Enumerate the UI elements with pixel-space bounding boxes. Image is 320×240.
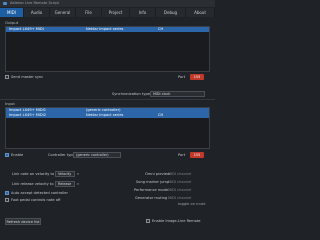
input-device-list[interactable]: Impact LX49+ MIDI1 (generic controller) … bbox=[5, 107, 210, 149]
link-release-select[interactable]: Release bbox=[55, 181, 75, 187]
image-line-remote-checkbox[interactable] bbox=[146, 219, 150, 223]
image-line-remote-label: Enable Image-Line Remote bbox=[152, 219, 201, 223]
output-port-value[interactable]: 155 bbox=[190, 74, 204, 80]
controller-type-label: Controller type bbox=[48, 153, 75, 157]
tab-info[interactable]: Info bbox=[130, 8, 156, 17]
input-port-value[interactable]: 155 bbox=[190, 152, 204, 158]
input-row-2[interactable]: Impact LX49+ MIDI2 Nektar Impact series … bbox=[6, 113, 209, 118]
link-release-stepper-icon[interactable]: ▾ bbox=[76, 181, 80, 187]
tab-bar: MIDI Audio General File Project Info Deb… bbox=[0, 8, 215, 17]
controller-type-select[interactable]: (generic controller) bbox=[73, 152, 121, 158]
sync-type-select[interactable]: MIDI clock bbox=[150, 91, 205, 97]
tab-project[interactable]: Project bbox=[102, 8, 130, 17]
enable-label: Enable bbox=[11, 153, 24, 157]
send-master-sync-checkbox[interactable] bbox=[5, 75, 9, 79]
input-device-2: Nektar Impact series bbox=[86, 113, 124, 117]
song-marker-label: Song marker jump bbox=[136, 180, 170, 184]
auto-accept-label: Auto accept detected controller bbox=[11, 191, 68, 195]
link-release-label: Link release velocity to bbox=[12, 182, 54, 186]
input-port-2: Impact LX49+ MIDI2 bbox=[9, 113, 47, 117]
omni-preview-value[interactable]: MIDI channel bbox=[168, 172, 191, 176]
link-note-stepper-icon[interactable]: ▾ bbox=[76, 171, 80, 177]
title-bar: Ableton Live Remote Script bbox=[0, 0, 215, 7]
tab-debug[interactable]: Debug bbox=[156, 8, 186, 17]
sync-type-label: Synchronization type bbox=[112, 92, 150, 96]
foot-pedal-checkbox[interactable] bbox=[5, 198, 9, 202]
output-port-label: Port bbox=[178, 75, 186, 79]
generator-muting-value[interactable]: MIDI channel bbox=[168, 196, 191, 200]
toggle-on-mute-label: toggle on mute bbox=[178, 202, 206, 206]
input-channel-2: CH bbox=[158, 113, 164, 117]
tab-audio[interactable]: Audio bbox=[24, 8, 50, 17]
window-title: Ableton Live Remote Script bbox=[10, 1, 59, 5]
input-port-label: Port bbox=[178, 153, 186, 157]
performance-mode-value[interactable]: MIDI channel bbox=[168, 188, 191, 192]
generator-muting-label: Generator muting bbox=[135, 196, 168, 200]
tab-about[interactable]: About bbox=[186, 8, 215, 17]
tab-general[interactable]: General bbox=[50, 8, 76, 17]
song-marker-value[interactable]: MIDI channel bbox=[168, 180, 191, 184]
omni-preview-label: Omni preview bbox=[145, 172, 170, 176]
foot-pedal-label: Foot pedal controls note off bbox=[11, 198, 61, 202]
section-divider bbox=[0, 99, 215, 100]
link-note-label: Link note on velocity to bbox=[12, 172, 55, 176]
link-note-select[interactable]: Velocity bbox=[55, 171, 75, 177]
performance-mode-label: Performance mode bbox=[134, 188, 169, 192]
tab-midi[interactable]: MIDI bbox=[0, 8, 24, 17]
auto-accept-checkbox[interactable] bbox=[5, 191, 9, 195]
refresh-device-list-button[interactable]: Refresh device list bbox=[5, 218, 41, 225]
output-row-empty[interactable] bbox=[6, 32, 209, 37]
enable-checkbox[interactable] bbox=[5, 153, 9, 157]
app-icon bbox=[3, 2, 7, 5]
output-section-label: Output bbox=[5, 20, 19, 25]
tab-file[interactable]: File bbox=[76, 8, 102, 17]
output-device-list[interactable]: Impact LX49+ MIDI Nektar Impact series C… bbox=[5, 26, 210, 72]
input-section-label: Input bbox=[5, 101, 15, 106]
send-master-sync-label: Send master sync bbox=[11, 75, 44, 79]
